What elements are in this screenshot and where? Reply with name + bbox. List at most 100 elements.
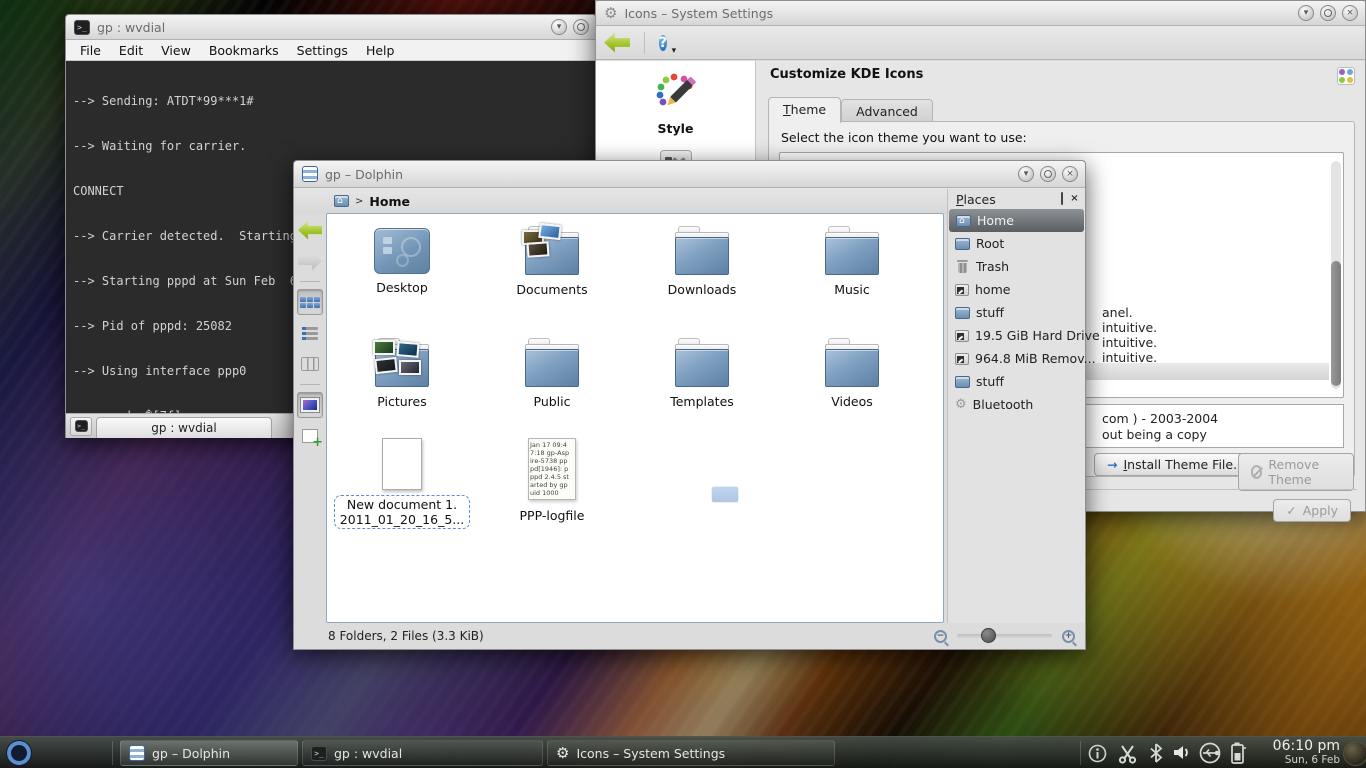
folder-icon [955, 307, 970, 319]
file-item-new-document[interactable]: New document 1. 2011_01_20_16_5... [327, 438, 477, 529]
breadcrumb-home[interactable]: Home [369, 194, 410, 209]
apply-button[interactable]: ✓ Apply [1273, 499, 1351, 522]
terminal-line: --> Sending: ATDT*99***1# [73, 94, 589, 109]
maximize-button[interactable] [1040, 166, 1056, 182]
preview-toggle-button[interactable] [297, 392, 323, 418]
taskbar-item-dolphin[interactable]: gp – Dolphin [120, 740, 298, 766]
help-button[interactable]: ? [659, 35, 667, 51]
menu-edit[interactable]: Edit [111, 42, 151, 59]
forward-button[interactable] [297, 248, 323, 274]
close-panel-button[interactable]: × [1068, 193, 1081, 206]
folder-item-pictures[interactable]: Pictures [327, 338, 477, 409]
scrollbar-track[interactable] [1331, 161, 1341, 389]
dolphin-titlebar[interactable]: gp – Dolphin ▾ × [294, 161, 1085, 188]
folder-icon [675, 226, 729, 276]
terminal-line: --> Waiting for carrier. [73, 139, 589, 154]
folder-item-desktop[interactable]: Desktop [327, 226, 477, 297]
columns-view-button[interactable] [297, 351, 323, 377]
minimize-button[interactable]: ▾ [1018, 166, 1034, 182]
place-item-root[interactable]: Root [948, 232, 1085, 255]
terminal-menubar: File Edit View Bookmarks Settings Help [66, 40, 596, 61]
folder-item-downloads[interactable]: Downloads [627, 226, 777, 297]
folder-item-music[interactable]: Music [777, 226, 927, 297]
folder-item-videos[interactable]: Videos [777, 338, 927, 409]
folder-view[interactable]: Desktop Documents Downloads [326, 213, 944, 623]
columns-view-icon [301, 357, 319, 371]
place-item-trash[interactable]: Trash [948, 255, 1085, 278]
details-view-button[interactable] [297, 320, 323, 346]
minimize-button[interactable]: ▾ [551, 19, 567, 35]
install-theme-button[interactable]: → Install Theme File... [1094, 453, 1258, 476]
panel-toolbox-cashew[interactable] [1343, 741, 1366, 766]
terminal-icon: >_ [75, 420, 88, 432]
terminal-icon: >_ [311, 746, 327, 761]
menu-bookmarks[interactable]: Bookmarks [201, 42, 287, 59]
launcher-button[interactable] [5, 739, 33, 768]
gear-icon: ⚙ [556, 744, 569, 762]
folder-icon [955, 238, 970, 250]
menu-settings[interactable]: Settings [289, 42, 356, 59]
taskbar-item-terminal[interactable]: >_ gp : wvdial [302, 740, 543, 766]
description-fragment: com ) - 2003-2004 [1102, 411, 1218, 426]
system-settings-window-title: Icons – System Settings [624, 6, 773, 21]
menu-help[interactable]: Help [358, 42, 403, 59]
places-panel-title: Places [956, 192, 996, 207]
menu-view[interactable]: View [153, 42, 199, 59]
sidebar-item-style[interactable]: Style [596, 61, 755, 136]
scrollbar-thumb[interactable] [1331, 261, 1341, 386]
split-view-button[interactable]: + [297, 423, 323, 449]
zoom-slider-handle[interactable] [981, 628, 996, 643]
terminal-tab[interactable]: gp : wvdial [96, 417, 272, 438]
maximize-button[interactable] [573, 19, 589, 35]
zoom-out-button[interactable]: − [934, 630, 947, 643]
remove-theme-button[interactable]: Remove Theme [1238, 453, 1354, 491]
dolphin-window: gp – Dolphin ▾ × ⌂ > Home + [293, 160, 1086, 650]
folder-item-templates[interactable]: Templates [627, 338, 777, 409]
place-item-home-drive[interactable]: home [948, 278, 1085, 301]
place-item-hard-drive[interactable]: 19.5 GiB Hard Drive [948, 324, 1085, 347]
clock[interactable]: 06:10 pm Sun, 6 Feb [1273, 737, 1340, 768]
clipboard-scissors-tray-icon[interactable] [1117, 743, 1138, 764]
overview-icon[interactable] [1337, 67, 1355, 85]
clock-date: Sun, 6 Feb [1273, 755, 1340, 766]
place-item-stuff[interactable]: stuff [948, 301, 1085, 324]
folder-item-public[interactable]: Public [477, 338, 627, 409]
no-entry-icon [1251, 465, 1262, 479]
zoom-slider[interactable] [957, 634, 1052, 638]
back-button[interactable] [604, 33, 630, 53]
terminal-window-title: gp : wvdial [97, 20, 165, 35]
desktop-icon [374, 228, 430, 274]
list-item-fragment: intuitive. [1102, 335, 1157, 350]
taskbar-item-system-settings[interactable]: ⚙ Icons – System Settings [547, 740, 835, 766]
folder-item-documents[interactable]: Documents [477, 226, 627, 297]
chevron-down-icon[interactable]: ▾ [672, 46, 677, 56]
place-item-removable[interactable]: 964.8 MiB Remov... [948, 347, 1085, 370]
drive-icon [955, 353, 969, 365]
device-notifier-tray-icon[interactable] [1198, 742, 1222, 764]
place-item-bluetooth[interactable]: ⚙ Bluetooth [948, 393, 1085, 416]
icons-view-button[interactable] [297, 289, 323, 315]
sidebar-item-label: Style [596, 121, 755, 136]
place-item-stuff-2[interactable]: stuff [948, 370, 1085, 393]
home-folder-icon[interactable]: ⌂ [334, 195, 349, 207]
tab-theme[interactable]: Theme [768, 97, 841, 123]
back-button[interactable] [297, 217, 323, 243]
volume-tray-icon[interactable] [1172, 744, 1192, 761]
tab-advanced[interactable]: Advanced [841, 99, 933, 123]
bluetooth-tray-icon[interactable] [1148, 743, 1164, 763]
place-item-home[interactable]: ⌂ Home [949, 209, 1084, 232]
info-tray-icon[interactable] [1088, 744, 1107, 763]
close-button[interactable]: × [1342, 5, 1358, 21]
taskbar: gp – Dolphin >_ gp : wvdial ⚙ Icons – Sy… [0, 736, 1366, 768]
float-panel-button[interactable] [1055, 193, 1068, 206]
maximize-button[interactable] [1320, 5, 1336, 21]
zoom-in-button[interactable]: + [1062, 630, 1075, 643]
minimize-button[interactable]: ▾ [1298, 5, 1314, 21]
new-tab-button[interactable]: >_ [70, 417, 92, 436]
terminal-titlebar[interactable]: >_ gp : wvdial ▾ [66, 15, 596, 40]
menu-file[interactable]: File [72, 42, 109, 59]
file-item-ppp-logfile[interactable]: Jan 17 09:4 7:18 gp-Asp ire-5738 pp pd[1… [477, 438, 627, 529]
battery-tray-icon[interactable] [1230, 742, 1246, 764]
system-settings-titlebar[interactable]: ⚙ Icons – System Settings ▾ × [596, 1, 1365, 26]
close-button[interactable]: × [1062, 166, 1078, 182]
